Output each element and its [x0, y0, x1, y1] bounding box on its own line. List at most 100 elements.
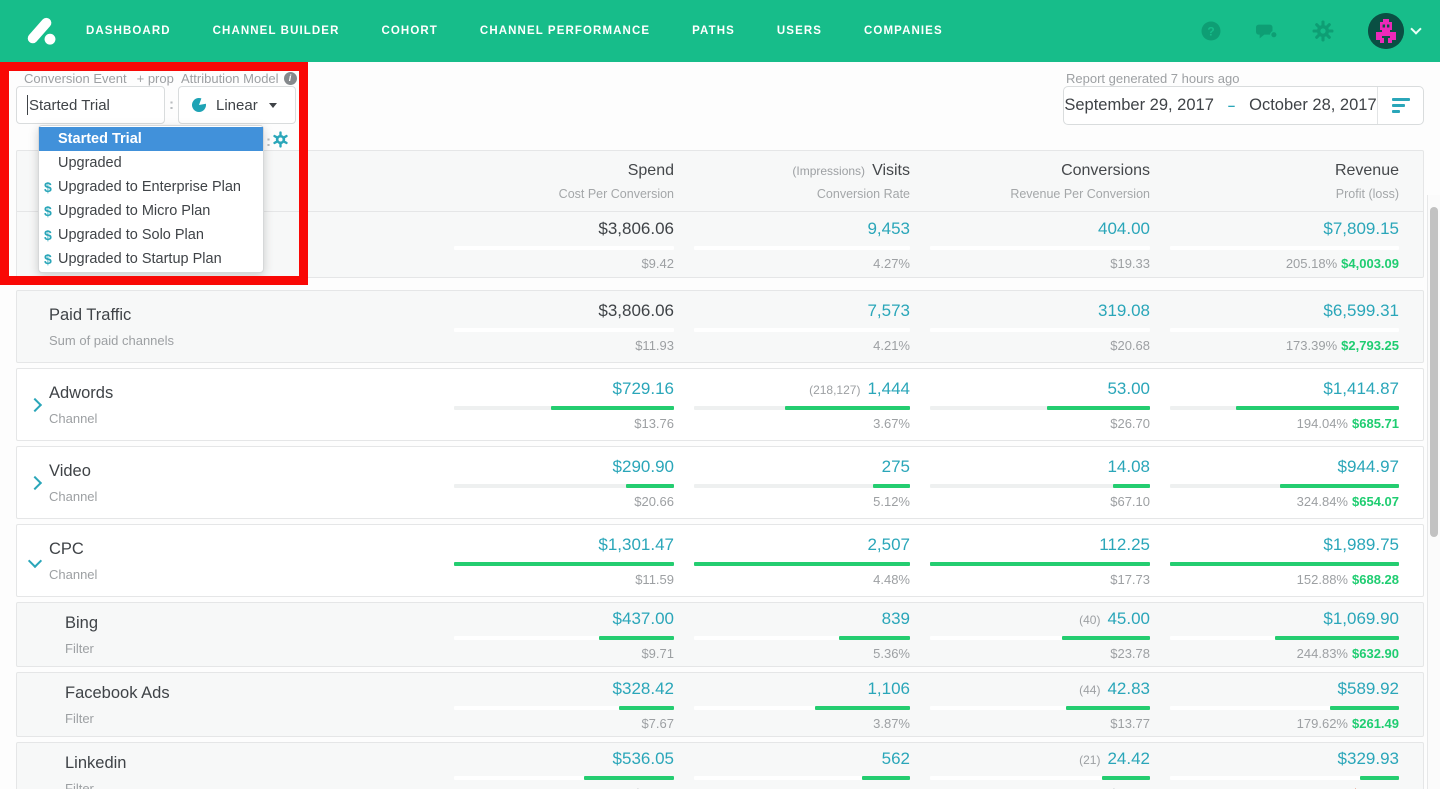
dropdown-item[interactable]: $ Upgraded to Solo Plan: [39, 223, 263, 247]
dropdown-item[interactable]: $ Upgraded to Micro Plan: [39, 199, 263, 223]
proportion-bar: [1170, 245, 1399, 250]
conversions-cell: 53.00 $26.70: [930, 379, 1150, 431]
dollar-icon: $: [44, 251, 52, 267]
revenue-cell: $1,989.75 152.88% $688.28: [1170, 535, 1399, 587]
proportion-bar: [454, 327, 674, 332]
proportion-bar: [930, 561, 1150, 566]
table-row-paid-traffic[interactable]: Paid Traffic Sum of paid channels $3,806…: [17, 291, 1423, 362]
column-header-revenue[interactable]: Revenue Profit (loss): [1170, 162, 1399, 201]
conversion-event-input[interactable]: Started Trial: [16, 86, 165, 124]
visits-cell: 9,453 4.27%: [694, 219, 910, 271]
add-prop-button[interactable]: + prop: [137, 71, 174, 86]
dollar-icon: $: [44, 203, 52, 219]
app-logo-icon[interactable]: [20, 11, 60, 51]
settings-gear-icon[interactable]: [272, 131, 289, 148]
date-filter-icon[interactable]: [1377, 87, 1423, 124]
revenue-cell: $7,809.15 205.18% $4,003.09: [1170, 219, 1399, 271]
visits-cell: 7,573 4.21%: [694, 301, 910, 353]
conversions-cell: (40) 45.00 $23.78: [930, 609, 1150, 661]
proportion-bar: [1170, 775, 1399, 780]
chat-icon[interactable]: [1256, 20, 1278, 42]
nav-item-cohort[interactable]: COHORT: [381, 25, 437, 37]
table-row-linkedin[interactable]: Linkedin Filter $536.05 $21.95 562 4.34%…: [17, 743, 1423, 789]
proportion-bar: [454, 483, 674, 488]
nav-item-dashboard[interactable]: DASHBOARD: [86, 25, 171, 37]
conversions-cell: (44) 42.83 $13.77: [930, 679, 1150, 731]
conversion-event-dropdown: Started Trial Upgraded $ Upgraded to Enterp…: [38, 125, 264, 273]
avatar[interactable]: [1368, 13, 1404, 49]
proportion-bar: [1170, 405, 1399, 410]
expand-chevron-icon[interactable]: [27, 397, 43, 412]
dollar-icon: $: [44, 227, 52, 243]
text-cursor: [27, 95, 28, 115]
nav-item-paths[interactable]: PATHS: [692, 25, 735, 37]
spend-cell: $3,806.06 $11.93: [454, 301, 674, 353]
svg-text:?: ?: [1207, 25, 1214, 39]
table-row-video[interactable]: Video Channel $290.90 $20.66 275 5.12% 1…: [17, 447, 1423, 518]
proportion-bar: [930, 705, 1150, 710]
proportion-bar: [930, 635, 1150, 640]
proportion-bar: [694, 483, 910, 488]
attribution-model-select[interactable]: Linear: [178, 86, 296, 124]
proportion-bar: [454, 635, 674, 640]
column-header-visits[interactable]: (Impressions) Visits Conversion Rate: [694, 162, 910, 201]
visits-cell: 2,507 4.48%: [694, 535, 910, 587]
dropdown-item[interactable]: $ Upgraded to Startup Plan: [39, 247, 263, 271]
chevron-down-icon: [1410, 23, 1422, 35]
table-row-adwords[interactable]: Adwords Channel $729.16 $13.76 (218,127)…: [17, 369, 1423, 440]
revenue-cell: $1,414.87 194.04% $685.71: [1170, 379, 1399, 431]
proportion-bar: [694, 635, 910, 640]
proportion-bar: [930, 245, 1150, 250]
dropdown-item[interactable]: $ Upgraded to Enterprise Plan: [39, 175, 263, 199]
proportion-bar: [694, 705, 910, 710]
spend-cell: $1,301.47 $11.59: [454, 535, 674, 587]
scrollbar-track[interactable]: [1427, 195, 1440, 789]
gear-icon[interactable]: [1312, 20, 1334, 42]
date-range-picker[interactable]: September 29, 2017 – October 28, 2017: [1063, 86, 1424, 125]
nav-item-users[interactable]: USERS: [777, 25, 822, 37]
visits-cell: 1,106 3.87%: [694, 679, 910, 731]
table-row-bing[interactable]: Bing Filter $437.00 $9.71 839 5.36% (40)…: [17, 603, 1423, 666]
spend-cell: $437.00 $9.71: [454, 609, 674, 661]
expand-chevron-icon[interactable]: [27, 553, 43, 568]
page-content: Conversion Event + prop Started Trial : A…: [0, 62, 1440, 789]
info-icon[interactable]: i: [283, 72, 297, 85]
user-menu[interactable]: [1368, 13, 1422, 49]
proportion-bar: [1170, 635, 1399, 640]
nav-item-channel-performance[interactable]: CHANNEL PERFORMANCE: [480, 25, 650, 37]
date-range-dash: –: [1227, 98, 1236, 113]
proportion-bar: [1170, 327, 1399, 332]
nav-item-channel-builder[interactable]: CHANNEL BUILDER: [213, 25, 340, 37]
conversions-cell: (21)24.42 $13.51: [930, 749, 1150, 789]
help-icon[interactable]: ?: [1200, 20, 1222, 42]
separator-colon: :: [169, 96, 174, 113]
proportion-bar: [454, 775, 674, 780]
table-row-facebook-ads[interactable]: Facebook Ads Filter $328.42 $7.67 1,106 …: [17, 673, 1423, 736]
nav-item-companies[interactable]: COMPANIES: [864, 25, 943, 37]
column-header-spend[interactable]: Spend Cost Per Conversion: [454, 162, 674, 201]
revenue-cell: $944.97 324.84% $654.07: [1170, 457, 1399, 509]
pie-chart-icon: [191, 97, 206, 112]
spend-cell: $536.05 $21.95: [454, 749, 674, 789]
column-header-conversions[interactable]: Conversions Revenue Per Conversion: [930, 162, 1150, 201]
conversions-cell: 112.25 $17.73: [930, 535, 1150, 587]
proportion-bar: [454, 245, 674, 250]
proportion-bar: [694, 775, 910, 780]
conversions-cell: 404.00 $19.33: [930, 219, 1150, 271]
dropdown-item[interactable]: Upgraded: [39, 151, 263, 175]
dropdown-item[interactable]: Started Trial: [39, 127, 263, 151]
scrollbar-thumb[interactable]: [1430, 207, 1438, 537]
attribution-model-label: Attribution Model i: [181, 71, 297, 86]
proportion-bar: [930, 775, 1150, 780]
separator-colon: :: [266, 133, 271, 150]
table-row-cpc[interactable]: CPC Channel $1,301.47 $11.59 2,507 4.48%…: [17, 525, 1423, 596]
visits-cell: 275 5.12%: [694, 457, 910, 509]
expand-chevron-icon[interactable]: [27, 475, 43, 490]
date-end: October 28, 2017: [1249, 96, 1377, 114]
caret-down-icon: [268, 102, 277, 108]
top-navbar: DASHBOARD CHANNEL BUILDER COHORT CHANNEL…: [0, 0, 1440, 62]
proportion-bar: [930, 483, 1150, 488]
nav-menu: DASHBOARD CHANNEL BUILDER COHORT CHANNEL…: [86, 25, 943, 37]
dollar-icon: $: [44, 179, 52, 195]
date-start: September 29, 2017: [1064, 96, 1214, 114]
